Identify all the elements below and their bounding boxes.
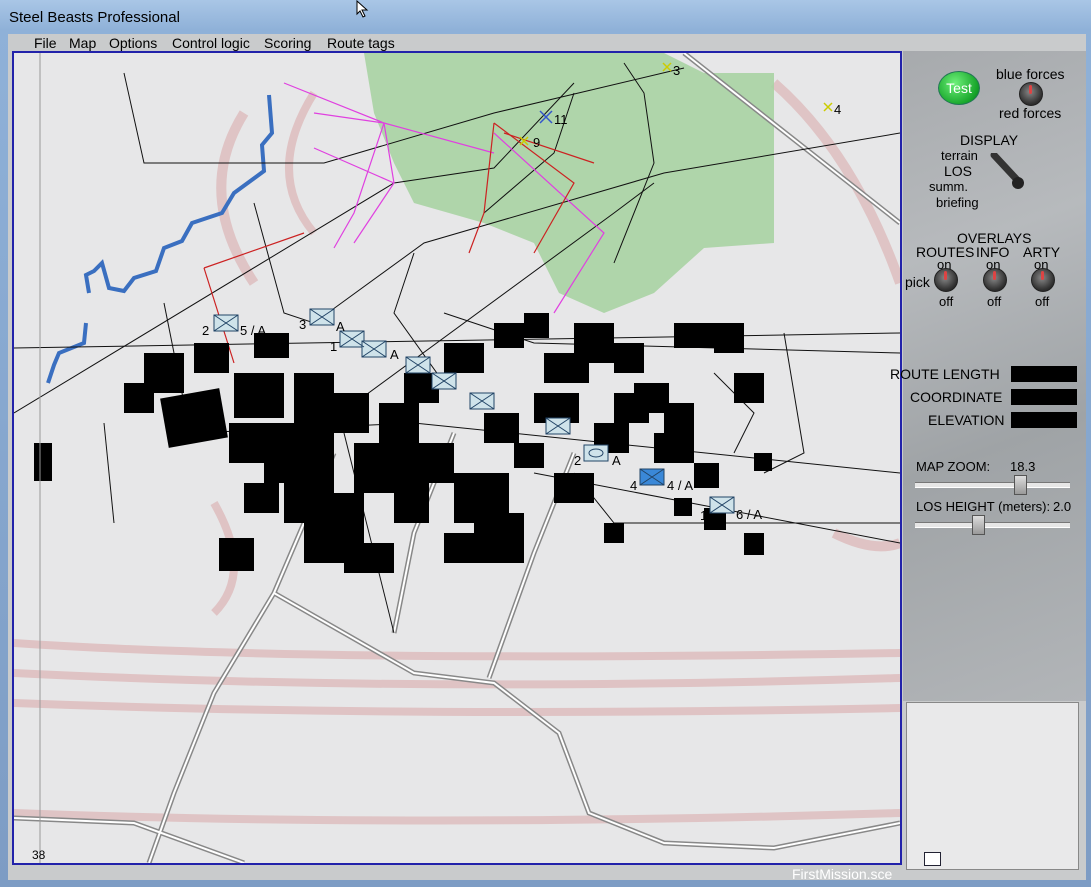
coordinate-label: COORDINATE [910, 389, 1003, 405]
overlay-pick-label: pick [905, 274, 930, 290]
red-forces-label: red forces [999, 105, 1062, 121]
info-overlay-knob[interactable] [983, 268, 1007, 292]
los-height-slider-thumb[interactable] [972, 515, 985, 535]
menu-file[interactable]: File [34, 35, 57, 51]
overlay-info-off: off [987, 294, 1002, 309]
map-zoom-label: MAP ZOOM: [916, 459, 991, 474]
forces-knob[interactable] [1019, 82, 1043, 106]
unit-num-label: 4 [630, 478, 638, 493]
route-length-readout [1011, 366, 1077, 382]
blue-forces-label: blue forces [996, 66, 1065, 82]
display-option-los[interactable]: LOS [944, 163, 972, 179]
los-height-value: 2.0 [1053, 499, 1072, 514]
mouse-cursor-icon [356, 0, 369, 18]
unit-tag-label[interactable]: A [612, 453, 621, 468]
route-length-label: ROUTE LENGTH [890, 366, 1000, 382]
los-height-slider[interactable] [915, 522, 1070, 528]
display-heading: DISPLAY [960, 132, 1019, 148]
display-option-briefing[interactable]: briefing [936, 195, 979, 210]
routes-overlay-knob[interactable] [934, 268, 958, 292]
los-height-label: LOS HEIGHT (meters): [916, 499, 1051, 514]
waypoint-label: 4 [834, 102, 842, 117]
map-corner-label: 38 [32, 848, 46, 862]
arty-overlay-knob[interactable] [1031, 268, 1055, 292]
map-zoom-slider[interactable] [915, 482, 1070, 488]
window-title: Steel Beasts Professional [9, 9, 180, 26]
unit-num-label: 2 [574, 453, 582, 468]
waypoint-label: 11 [554, 112, 568, 127]
map-canvas[interactable] [14, 53, 900, 863]
unit-num-label: 3 [299, 317, 307, 332]
elevation-label: ELEVATION [928, 412, 1005, 428]
elevation-readout [1011, 412, 1077, 428]
unit-num-label: 2 [202, 323, 210, 338]
coordinate-readout [1011, 389, 1077, 405]
forest-area [364, 53, 774, 313]
unit-tag-label[interactable]: 4 / A [667, 478, 693, 493]
test-button[interactable]: Test [938, 71, 980, 105]
unit-tag-label[interactable]: 6 / A [736, 507, 762, 522]
map-zoom-slider-thumb[interactable] [1014, 475, 1027, 495]
menu-scoring[interactable]: Scoring [264, 35, 311, 51]
menu-control-logic[interactable]: Control logic [172, 35, 250, 51]
menu-route-tags[interactable]: Route tags [327, 35, 395, 51]
unit-tag-label[interactable]: A [336, 319, 345, 334]
menu-bar: File Map Options Control logic Scoring R… [8, 35, 898, 52]
display-option-summ[interactable]: summ. [929, 179, 968, 194]
overlay-arty-off: off [1035, 294, 1050, 309]
display-option-terrain[interactable]: terrain [941, 148, 978, 163]
waypoint-label: 3 [673, 63, 681, 78]
minimap-viewport-icon[interactable] [924, 852, 941, 866]
title-bar[interactable]: Steel Beasts Professional [0, 0, 1091, 34]
menu-options[interactable]: Options [109, 35, 157, 51]
overlay-routes-off: off [939, 294, 954, 309]
unit-tag-label[interactable]: 5 / A [240, 323, 266, 338]
map-zoom-value: 18.3 [1010, 459, 1036, 474]
town-buildings [34, 313, 772, 573]
unit-num-label: 1 [700, 508, 708, 523]
menu-map[interactable]: Map [69, 35, 96, 51]
mission-filename: FirstMission.sce [792, 866, 893, 882]
app-window: Steel Beasts Professional File Map Optio… [0, 0, 1091, 887]
waypoint-label: 9 [533, 135, 541, 150]
unit-tag-label[interactable]: A [390, 347, 399, 362]
overview-minimap[interactable] [906, 702, 1079, 870]
display-lever-switch[interactable] [990, 153, 1026, 193]
unit-num-label: 1 [330, 339, 338, 354]
tactical-map[interactable]: 3 4 11 9 2 5 / A 3 A 4 4 / A 1 6 / A 2 A… [12, 51, 902, 865]
